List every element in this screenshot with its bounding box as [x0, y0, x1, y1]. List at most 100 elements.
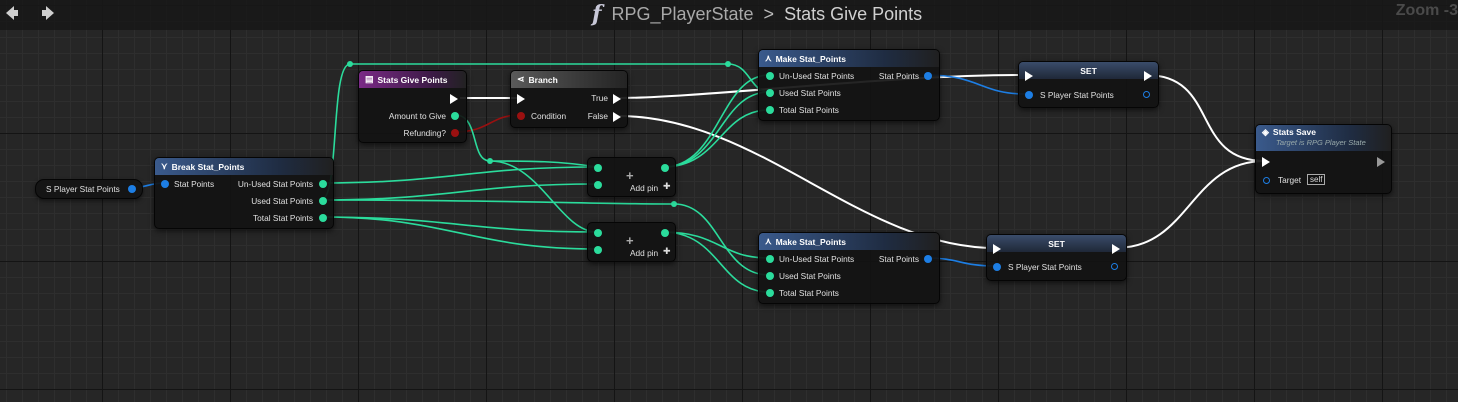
pin-label: Condition — [531, 111, 567, 121]
input-pin[interactable] — [594, 246, 602, 254]
pin-label: Used Stat Points — [779, 88, 841, 98]
page-title: Stats Give Points — [784, 3, 923, 24]
input-pin[interactable] — [1025, 91, 1033, 99]
exec-in-pin[interactable] — [993, 244, 1001, 254]
int-wire — [320, 216, 598, 233]
node-title: Branch — [528, 74, 558, 85]
int-wire — [320, 183, 598, 201]
input-pin[interactable] — [766, 72, 774, 80]
set-variable-node[interactable]: SET S Player Stat Points — [986, 234, 1127, 281]
output-pin[interactable] — [128, 185, 136, 193]
breadcrumb-separator: > — [763, 3, 775, 24]
input-pin[interactable] — [766, 272, 774, 280]
branch-icon: ⋖ — [517, 74, 525, 84]
exec-out-pin[interactable] — [1144, 71, 1152, 81]
back-arrow-icon[interactable] — [2, 4, 20, 22]
set-variable-node[interactable]: SET S Player Stat Points — [1018, 61, 1159, 108]
node-title: Break Stat_Points — [171, 161, 245, 172]
plus-icon[interactable]: ✚ — [663, 181, 671, 192]
exec-wire — [1145, 74, 1266, 162]
input-pin[interactable] — [766, 106, 774, 114]
add-pin-button[interactable]: Add pin — [630, 183, 658, 193]
function-entry-node[interactable]: ▤ Stats Give Points Amount to Give Refund… — [358, 70, 467, 143]
node-title: SET — [1048, 238, 1065, 249]
exec-out-pin[interactable] — [613, 112, 621, 122]
output-pin[interactable] — [319, 197, 327, 205]
output-pin[interactable] — [924, 255, 932, 263]
int-wire — [662, 231, 770, 293]
node-title: SET — [1080, 65, 1097, 76]
target-value-field[interactable]: self — [1307, 174, 1326, 185]
zoom-label: Zoom -3 — [1395, 2, 1458, 19]
output-pin[interactable] — [451, 129, 459, 137]
pin-label: Un-Used Stat Points — [779, 71, 855, 81]
make-stat-points-node[interactable]: ⋏ Make Stat_Points Un-Used Stat Points Us… — [758, 232, 940, 304]
input-pin[interactable] — [766, 289, 774, 297]
input-pin[interactable] — [517, 112, 525, 120]
break-stat-points-node[interactable]: ⋎ Break Stat_Points Stat Points Un-Used S… — [154, 157, 334, 229]
function-entry-icon: ▤ — [365, 74, 374, 84]
breadcrumb: f RPG_PlayerState > Stats Give Points — [592, 1, 923, 27]
plus-icon[interactable]: ✚ — [663, 246, 671, 257]
pin-label: False — [587, 111, 608, 121]
make-struct-icon: ⋏ — [765, 53, 772, 63]
output-pin[interactable] — [451, 112, 459, 120]
struct-wire — [925, 74, 1027, 95]
int-wire — [320, 216, 598, 250]
pin-label: Un-Used Stat Points — [779, 254, 855, 264]
exec-in-pin[interactable] — [1262, 157, 1270, 167]
input-pin[interactable] — [766, 89, 774, 97]
pin-label: Stat Points — [878, 254, 919, 264]
input-pin[interactable] — [1263, 177, 1270, 184]
output-pin[interactable] — [319, 214, 327, 222]
output-pin[interactable] — [661, 229, 669, 237]
int-wire — [662, 231, 770, 259]
add-node[interactable]: + Add pin ✚ — [587, 157, 676, 197]
variable-label: S Player Stat Points — [46, 184, 120, 194]
variable-get-node[interactable]: S Player Stat Points — [35, 179, 143, 199]
input-pin[interactable] — [594, 181, 602, 189]
exec-in-pin[interactable] — [1025, 71, 1033, 81]
input-pin[interactable] — [594, 164, 602, 172]
input-pin[interactable] — [993, 263, 1001, 271]
output-pin[interactable] — [924, 72, 932, 80]
pin-label: Amount to Give — [388, 111, 446, 121]
pin-label: S Player Stat Points — [1040, 90, 1114, 100]
exec-out-pin[interactable] — [1112, 244, 1120, 254]
function-icon: f — [592, 1, 602, 27]
make-stat-points-node[interactable]: ⋏ Make Stat_Points Un-Used Stat Points Us… — [758, 49, 940, 121]
function-call-icon: ◈ — [1262, 127, 1269, 137]
int-wire — [662, 91, 770, 168]
pin-label: Stat Points — [174, 179, 215, 189]
int-wire — [662, 74, 770, 168]
forward-arrow-icon[interactable] — [40, 4, 58, 22]
input-pin[interactable] — [594, 229, 602, 237]
exec-out-pin[interactable] — [450, 94, 458, 104]
output-pin[interactable] — [661, 164, 669, 172]
pin-label: Total Stat Points — [779, 288, 839, 298]
node-subtitle: Target is RPG Player State — [1276, 138, 1366, 147]
stats-save-node[interactable]: ◈ Stats Save Target is RPG Player State T… — [1255, 124, 1392, 194]
node-title: Stats Save — [1272, 127, 1316, 137]
pin-label: Used Stat Points — [251, 196, 313, 206]
exec-out-pin[interactable] — [613, 94, 621, 104]
node-header: ▤ Stats Give Points — [359, 71, 466, 88]
input-pin[interactable] — [161, 180, 169, 188]
output-pin[interactable] — [1111, 263, 1118, 270]
node-header: ⋎ Break Stat_Points — [155, 158, 333, 175]
output-pin[interactable] — [319, 180, 327, 188]
exec-in-pin[interactable] — [517, 94, 525, 104]
make-struct-icon: ⋏ — [765, 236, 772, 246]
node-title: Make Stat_Points — [775, 53, 846, 64]
pin-label: Used Stat Points — [779, 271, 841, 281]
add-pin-button[interactable]: Add pin — [630, 248, 658, 258]
pin-label: Total Stat Points — [253, 213, 313, 223]
breadcrumb-owner[interactable]: RPG_PlayerState — [611, 4, 753, 25]
branch-node[interactable]: ⋖ Branch Condition True False — [510, 70, 628, 128]
add-node[interactable]: + Add pin ✚ — [587, 222, 676, 262]
exec-wire — [1115, 160, 1266, 249]
node-header: SET — [1019, 62, 1158, 79]
input-pin[interactable] — [766, 255, 774, 263]
output-pin[interactable] — [1143, 91, 1150, 98]
exec-out-pin[interactable] — [1377, 157, 1385, 167]
